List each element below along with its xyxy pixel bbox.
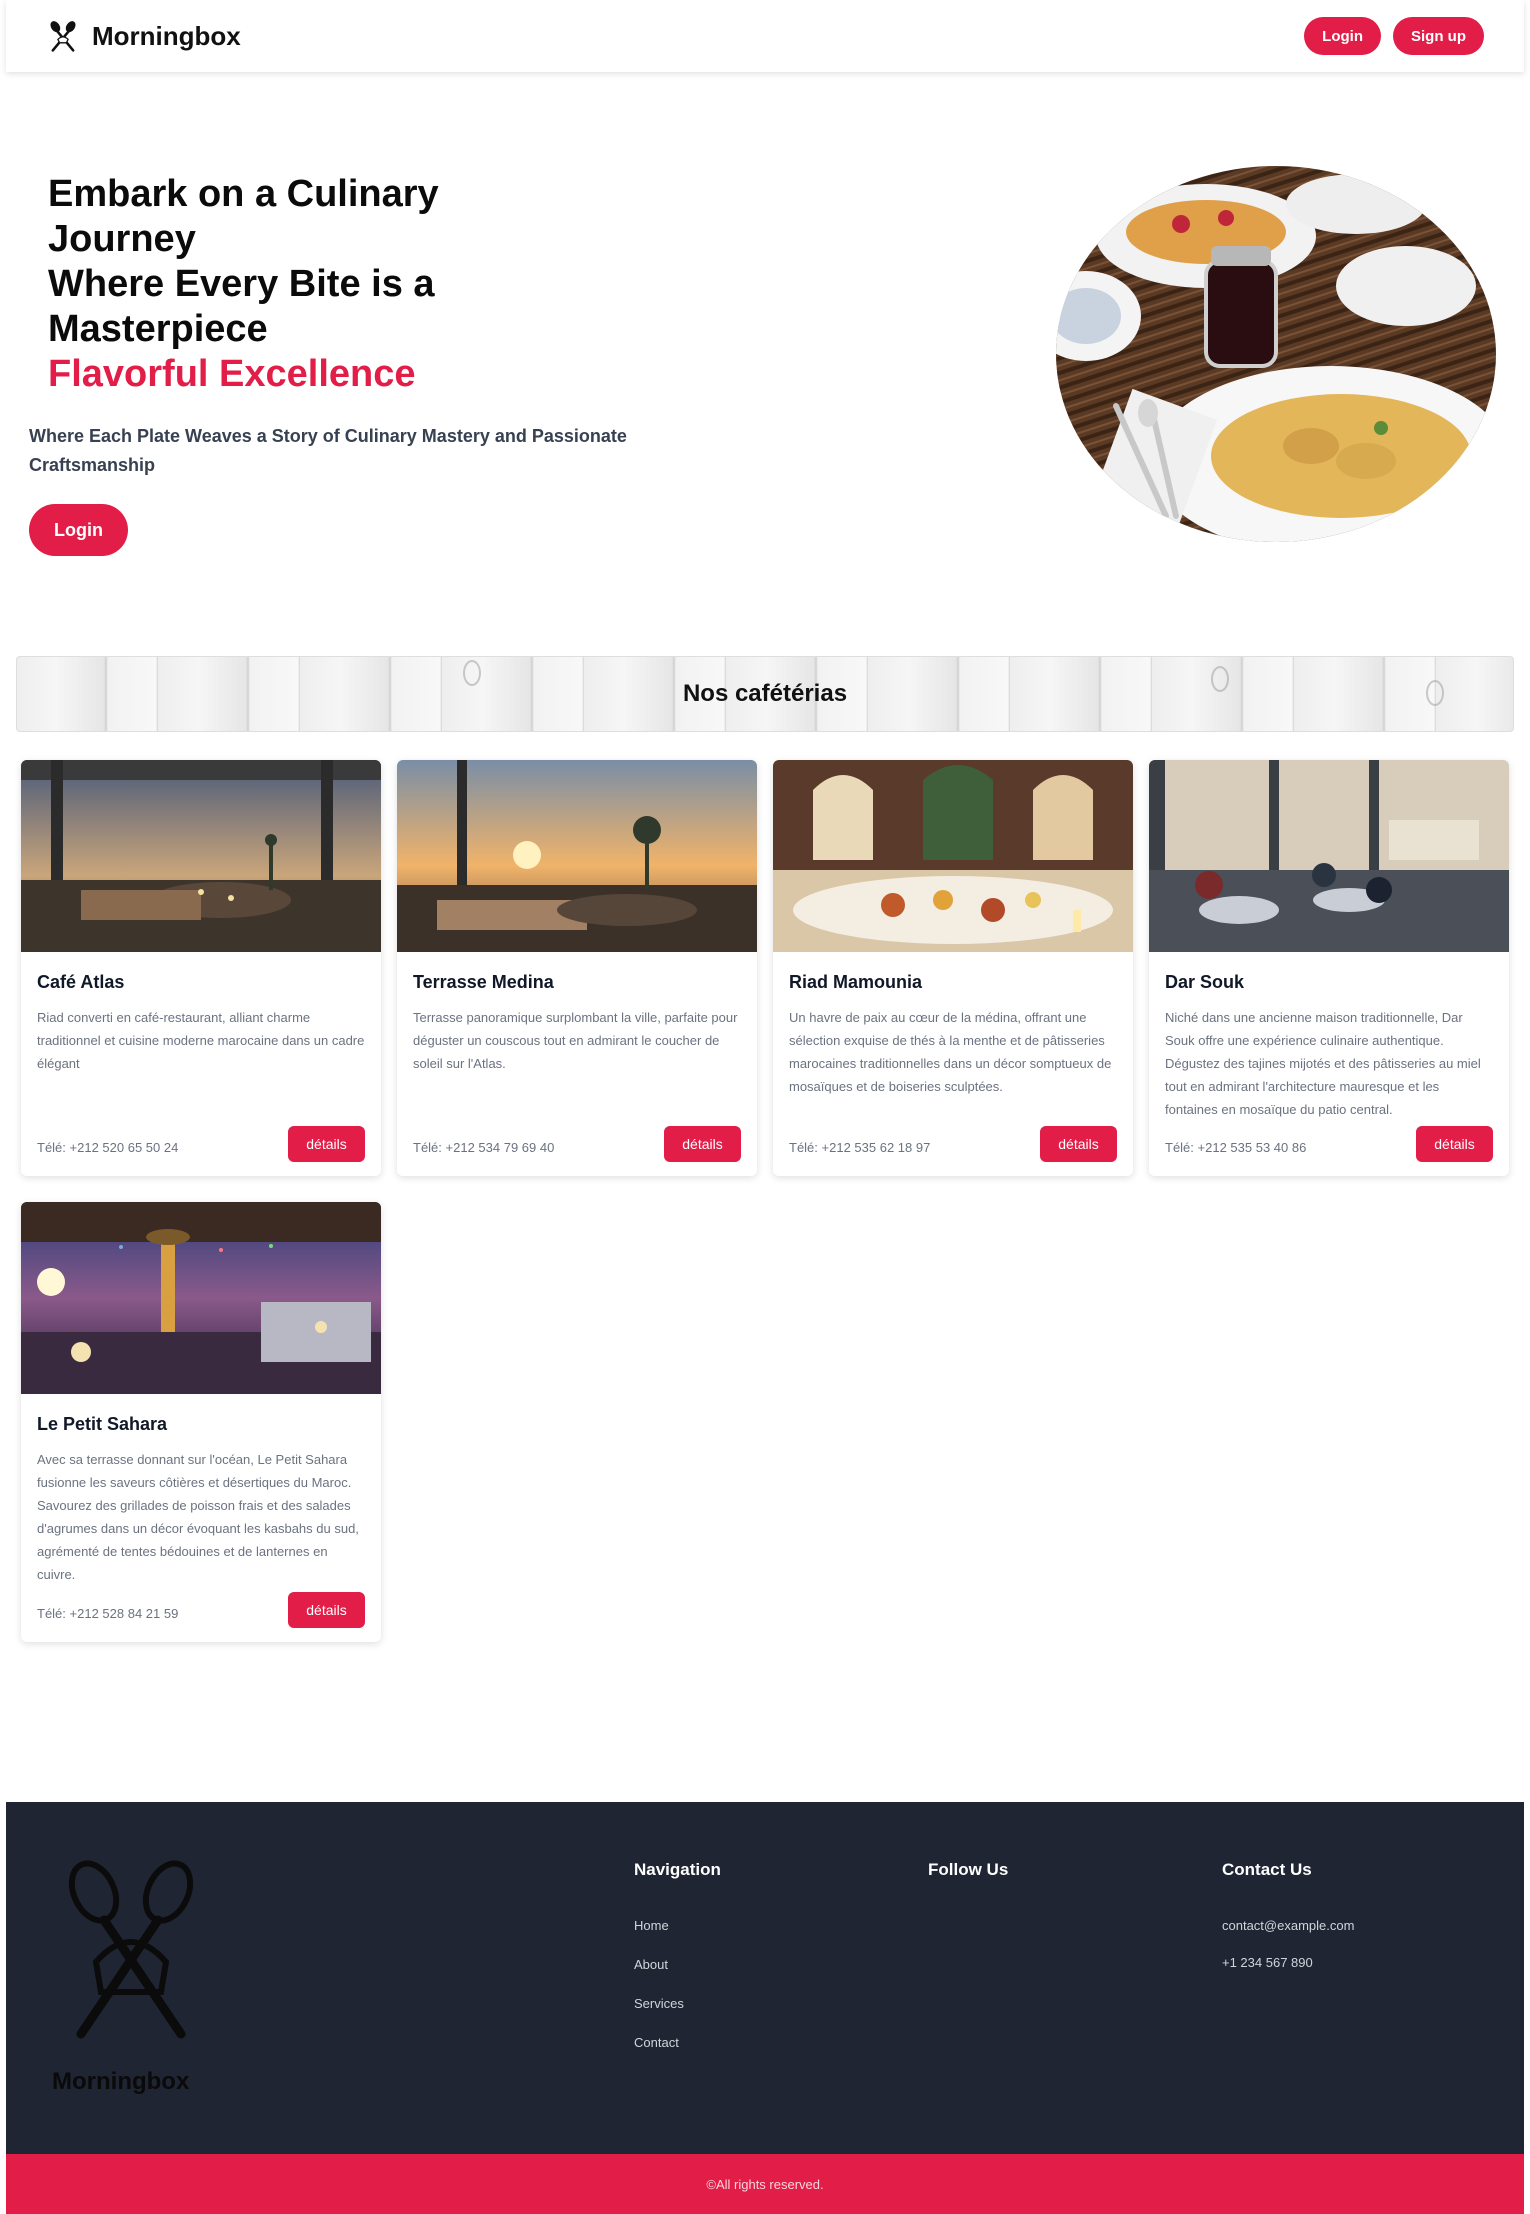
cafe-description: Avec sa terrasse donnant sur l'océan, Le…	[37, 1452, 359, 1582]
copyright-text: ©All rights reserved.	[706, 2176, 824, 2192]
section-title-band: Nos cafétérias	[16, 656, 1514, 732]
crossed-spoons-logo-icon	[68, 1860, 194, 2039]
details-button[interactable]: détails	[1416, 1126, 1493, 1162]
section-title: Nos cafétérias	[682, 680, 848, 707]
cafe-image	[397, 760, 757, 952]
hero-food-image	[1056, 166, 1496, 542]
cafe-phone: Télé: +212 535 53 40 86	[1165, 1140, 1307, 1155]
hero-login-button[interactable]: Login	[29, 504, 128, 556]
wood-knot-decoration	[1426, 680, 1444, 706]
hero-title-line-2: Where Every Bite is a Masterpiece	[48, 263, 435, 350]
footer-link-contact[interactable]: Contact	[634, 2035, 721, 2050]
footer: Morningbox Navigation Home About Service…	[6, 1802, 1524, 2154]
page: Morningbox Login Sign up Embark on a Cul…	[0, 0, 1530, 2214]
footer-contact-title: Contact Us	[1222, 1860, 1312, 1879]
cafe-card: Riad Mamounia Un havre de paix au cœur d…	[773, 760, 1133, 1176]
cafe-phone: Télé: +212 534 79 69 40	[413, 1140, 555, 1155]
cafe-name: Café Atlas	[37, 972, 125, 992]
cafe-card: Dar Souk Niché dans une ancienne maison …	[1149, 760, 1509, 1176]
cafe-card: Café Atlas Riad converti en café-restaur…	[21, 760, 381, 1176]
header-actions: Login Sign up	[1304, 17, 1484, 55]
brand[interactable]: Morningbox	[46, 19, 241, 53]
hero-title-accent: Flavorful Excellence	[48, 353, 416, 395]
brand-name: Morningbox	[92, 20, 241, 51]
cafe-name: Le Petit Sahara	[37, 1414, 168, 1434]
footer-link-about[interactable]: About	[634, 1957, 721, 1972]
footer-brand: Morningbox	[52, 2068, 190, 2095]
footer-contact: Contact Us contact@example.com +1 234 56…	[1222, 1860, 1354, 1994]
footer-follow-title: Follow Us	[928, 1860, 1009, 1879]
details-button[interactable]: détails	[1040, 1126, 1117, 1162]
cafe-description: Terrasse panoramique surplombant la vill…	[413, 1010, 738, 1071]
cafe-image	[773, 760, 1133, 952]
cafe-description: Riad converti en café-restaurant, allian…	[37, 1010, 365, 1071]
wood-knot-decoration	[463, 660, 481, 686]
footer-contact-email[interactable]: contact@example.com	[1222, 1918, 1354, 1933]
copyright-bar: ©All rights reserved.	[6, 2154, 1524, 2214]
hero-title-line-1: Embark on a Culinary Journey	[48, 173, 439, 260]
cafe-phone: Télé: +212 528 84 21 59	[37, 1606, 179, 1621]
footer-navigation: Navigation Home About Services Contact	[634, 1860, 721, 2074]
cafe-image	[1149, 760, 1509, 952]
details-button[interactable]: détails	[288, 1592, 365, 1628]
footer-navigation-title: Navigation	[634, 1860, 721, 1879]
footer-link-services[interactable]: Services	[634, 1996, 721, 2011]
details-button[interactable]: détails	[288, 1126, 365, 1162]
cafe-description: Un havre de paix au cœur de la médina, o…	[789, 1010, 1112, 1094]
cafe-name: Dar Souk	[1165, 972, 1245, 992]
wood-knot-decoration	[1211, 666, 1229, 692]
login-button[interactable]: Login	[1304, 17, 1381, 55]
hero-subtitle: Where Each Plate Weaves a Story of Culin…	[29, 426, 627, 475]
crossed-spoons-icon	[50, 21, 76, 52]
cafe-name: Terrasse Medina	[413, 972, 554, 992]
footer-link-home[interactable]: Home	[634, 1918, 721, 1933]
top-navbar: Morningbox Login Sign up	[6, 0, 1524, 72]
cafe-description: Niché dans une ancienne maison tradition…	[1165, 1010, 1481, 1117]
cafe-card: Terrasse Medina Terrasse panoramique sur…	[397, 760, 757, 1176]
footer-follow: Follow Us	[928, 1860, 1008, 1918]
cafe-name: Riad Mamounia	[789, 972, 923, 992]
hero-title: Embark on a Culinary Journey Where Every…	[48, 172, 568, 397]
cafe-card: Le Petit Sahara Avec sa terrasse donnant…	[21, 1202, 381, 1642]
cafe-image	[21, 760, 381, 952]
signup-button[interactable]: Sign up	[1393, 17, 1484, 55]
details-button[interactable]: détails	[664, 1126, 741, 1162]
cafe-image	[21, 1202, 381, 1394]
cafe-phone: Télé: +212 520 65 50 24	[37, 1140, 179, 1155]
cafe-phone: Télé: +212 535 62 18 97	[789, 1140, 931, 1155]
footer-contact-phone: +1 234 567 890	[1222, 1955, 1313, 1970]
hero-section: Embark on a Culinary Journey Where Every…	[0, 72, 1530, 632]
